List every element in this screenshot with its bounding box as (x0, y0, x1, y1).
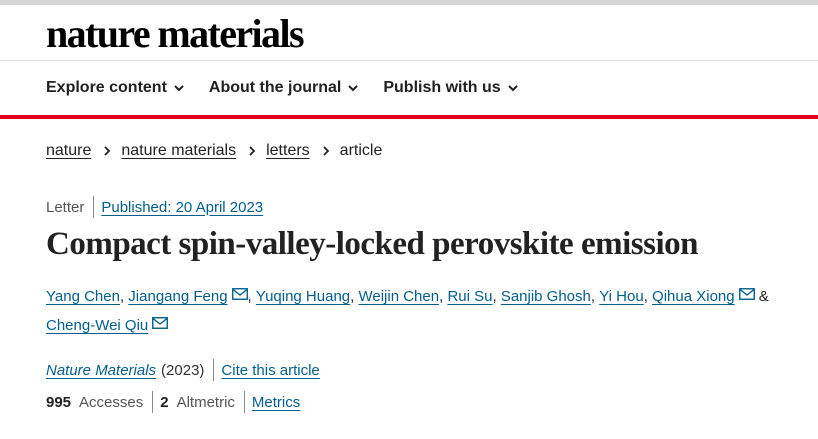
author-link[interactable]: Cheng-Wei Qiu (46, 317, 148, 334)
author-link[interactable]: Yuqing Huang (256, 288, 350, 305)
author-link[interactable]: Jiangang Feng (128, 288, 227, 305)
author-link[interactable]: Qihua Xiong (652, 288, 735, 305)
author-link[interactable]: Yang Chen (46, 288, 120, 305)
author-item: Cheng-Wei Qiu (46, 317, 169, 334)
article-metrics: 995 Accesses 2 Altmetric Metrics (46, 391, 300, 413)
header-divider (0, 60, 818, 61)
author-link[interactable]: Yi Hou (599, 288, 643, 305)
nav-about-journal[interactable]: About the journal (209, 77, 359, 99)
author-item: Qihua Xiong & (652, 288, 769, 305)
divider (152, 391, 154, 413)
main-nav: Explore content About the journal Publis… (46, 77, 543, 99)
journal-link[interactable]: Nature Materials (46, 362, 156, 379)
envelope-icon[interactable] (231, 288, 248, 300)
article-title: Compact spin-valley-locked perovskite em… (46, 226, 698, 262)
chevron-down-icon (507, 85, 518, 92)
author-link[interactable]: Weijin Chen (358, 288, 439, 305)
published-date-link[interactable]: Published: 20 April 2023 (101, 199, 263, 216)
chevron-right-icon (104, 146, 111, 156)
publication-year: (2023) (161, 361, 205, 379)
envelope-icon[interactable] (738, 288, 755, 300)
author-item: Yuqing Huang, (255, 288, 359, 305)
author-item: Yang Chen, (46, 288, 129, 305)
chevron-right-icon (249, 146, 256, 156)
header-accent-line (0, 115, 818, 119)
accesses-count: 995 (46, 393, 72, 411)
site-logo[interactable]: nature materials (46, 10, 305, 58)
nav-publish-with-us-label: Publish with us (383, 79, 501, 96)
article-type: Letter (46, 198, 85, 216)
divider (93, 196, 95, 218)
metrics-link[interactable]: Metrics (252, 394, 300, 411)
breadcrumb-nature[interactable]: nature (46, 142, 91, 160)
article-meta: Letter Published: 20 April 2023 (46, 196, 263, 218)
nav-about-journal-label: About the journal (208, 79, 342, 96)
divider (213, 359, 215, 381)
author-link[interactable]: Rui Su (447, 288, 492, 305)
author-item: Weijin Chen, (358, 288, 448, 305)
breadcrumb-letters[interactable]: letters (266, 142, 310, 160)
chevron-down-icon (348, 85, 359, 92)
author-list: Yang Chen, Jiangang Feng, Yuqing Huang, … (46, 282, 806, 340)
author-item: Rui Su, (447, 288, 501, 305)
divider (243, 391, 245, 413)
author-link[interactable]: Sanjib Ghosh (501, 288, 591, 305)
envelope-icon[interactable] (152, 317, 169, 329)
author-item: Yi Hou, (599, 288, 653, 305)
altmetric-label: Altmetric (176, 393, 235, 411)
chevron-down-icon (174, 85, 184, 92)
breadcrumb-current: article (339, 142, 383, 159)
nav-publish-with-us[interactable]: Publish with us (383, 77, 518, 99)
nav-explore-content-label: Explore content (46, 79, 167, 96)
top-gray-bar (0, 0, 818, 5)
altmetric-count: 2 (160, 393, 169, 411)
author-item: Sanjib Ghosh, (500, 288, 600, 305)
accesses-label: Accesses (79, 393, 144, 411)
breadcrumb-nature-materials[interactable]: nature materials (121, 142, 236, 160)
cite-this-article-link[interactable]: Cite this article (221, 362, 319, 379)
citation-meta: Nature Materials (2023) Cite this articl… (46, 359, 320, 381)
author-item: Jiangang Feng, (128, 288, 256, 305)
breadcrumb: nature nature materials letters article (46, 142, 382, 160)
nav-explore-content[interactable]: Explore content (46, 77, 185, 99)
chevron-right-icon (323, 146, 329, 156)
